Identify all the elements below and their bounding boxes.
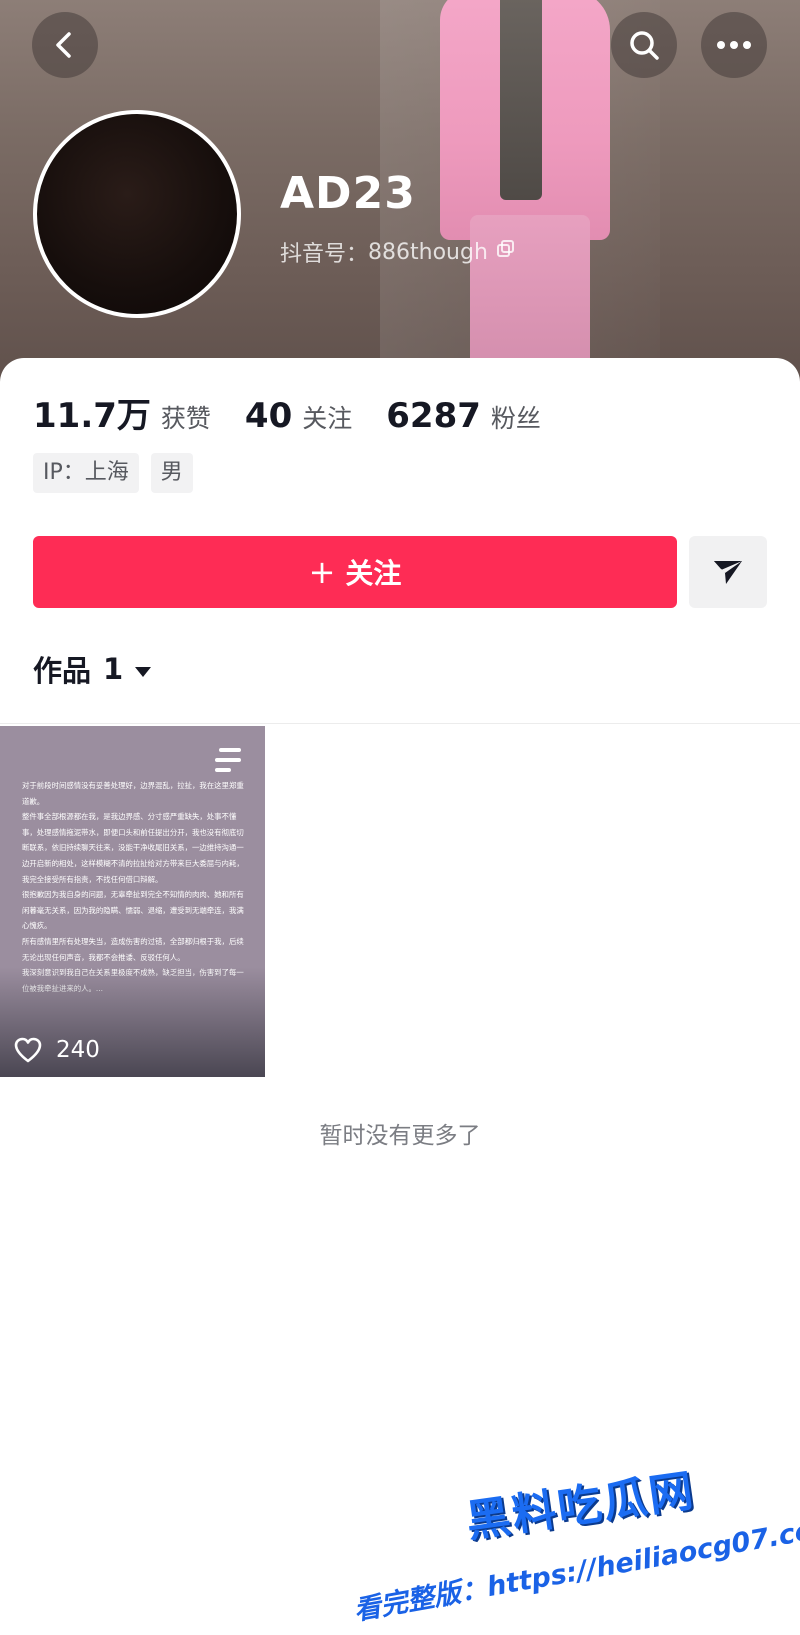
search-icon: [630, 31, 659, 60]
avatar[interactable]: [33, 110, 241, 318]
divider: [0, 723, 800, 724]
text-post-icon: [213, 746, 243, 778]
follow-button[interactable]: + 关注: [33, 536, 677, 608]
send-message-button[interactable]: [689, 536, 767, 608]
profile-tags: IP：上海 男: [33, 453, 205, 493]
stat-following[interactable]: 40 关注: [245, 396, 352, 436]
stat-followers-label: 粉丝: [490, 404, 541, 433]
heart-icon: [14, 1037, 42, 1063]
works-tab[interactable]: 作品 1: [33, 648, 153, 690]
caption-line: 我深刻意识到我自己在关系里极度不成熟，缺乏担当，伤害到了每一位被我牵扯进来的人。…: [22, 968, 244, 993]
stat-following-label: 关注: [302, 404, 353, 433]
back-button[interactable]: [32, 12, 98, 78]
douyin-id-label: 抖音号：: [280, 242, 369, 267]
works-count: 1: [103, 652, 124, 686]
stat-followers-value: 6287: [386, 396, 481, 436]
stat-followers[interactable]: 6287 粉丝: [386, 396, 541, 436]
more-horizontal-icon: [717, 41, 751, 49]
stats-row: 11.7万 获赞 40 关注 6287 粉丝: [33, 388, 575, 437]
video-card[interactable]: 对于前段时间感情没有妥善处理好，边界混乱，拉扯，我在这里郑重道歉。 整件事全部根…: [0, 726, 265, 1077]
no-more-text: 暂时没有更多了: [319, 1123, 481, 1149]
douyin-id[interactable]: 抖音号： 886though: [280, 236, 516, 268]
profile-cover: AD23 抖音号： 886though: [0, 0, 800, 400]
caption-line: 所有感情里所有处理失当，造成伤害的过错，全部都归根于我，后续无论出现任何声音，我…: [22, 936, 244, 962]
tag-ip-location: IP：上海: [33, 453, 139, 493]
video-likes: 240: [14, 1037, 100, 1063]
stat-likes-value: 11.7万: [33, 396, 151, 436]
works-label: 作品: [33, 654, 92, 688]
follow-button-label: 关注: [345, 557, 402, 590]
send-icon: [714, 561, 742, 584]
stat-likes[interactable]: 11.7万 获赞: [33, 388, 211, 437]
copy-icon[interactable]: [496, 239, 516, 265]
video-likes-count: 240: [56, 1037, 100, 1063]
stat-likes-label: 获赞: [160, 404, 211, 433]
douyin-id-value: 886though: [368, 239, 488, 265]
caption-line: 对于前段时间感情没有妥善处理好，边界混乱，拉扯，我在这里郑重道歉。: [22, 781, 244, 806]
tag-gender: 男: [150, 453, 193, 493]
video-caption-text: 对于前段时间感情没有妥善处理好，边界混乱，拉扯，我在这里郑重道歉。 整件事全部根…: [22, 778, 244, 996]
more-button[interactable]: [701, 12, 767, 78]
plus-icon: +: [308, 553, 336, 591]
chevron-left-icon: [56, 32, 71, 58]
caret-down-icon: [133, 652, 153, 686]
profile-sheet: 11.7万 获赞 40 关注 6287 粉丝 IP：上海 男 + 关注 作品 1: [0, 358, 800, 1635]
username: AD23: [280, 168, 416, 219]
stat-following-value: 40: [244, 396, 293, 436]
caption-line: 很抱歉因为我自身的问题，无辜牵扯到完全不知情的肉肉、她和所有闲暮毫无关系，因为我…: [22, 890, 244, 931]
cover-photo-shirt: [500, 0, 542, 200]
search-button[interactable]: [611, 12, 677, 78]
caption-line: 整件事全部根源都在我，是我边界感、分寸感严重缺失，处事不懂事，处理感情拖泥带水，…: [22, 812, 244, 884]
